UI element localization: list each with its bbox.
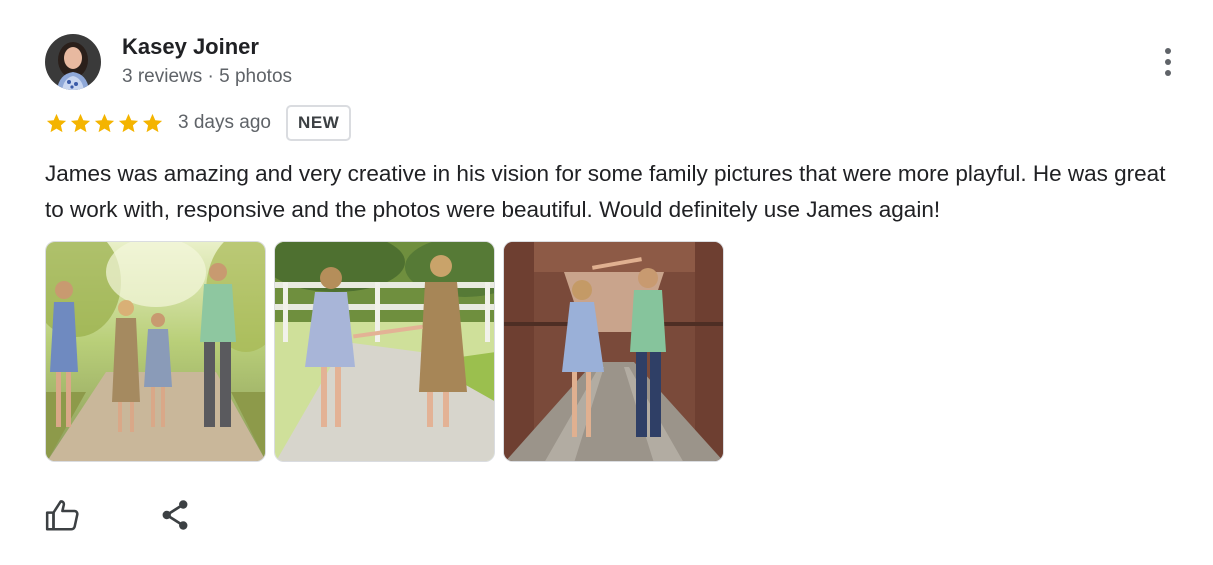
review-text: James was amazing and very creative in h… — [45, 161, 1166, 222]
new-badge: NEW — [285, 105, 352, 141]
star-icon — [118, 113, 139, 132]
review-photo-2[interactable] — [274, 241, 495, 462]
review-card: Kasey Joiner 3 reviews · 5 photos 3 days… — [0, 0, 1213, 565]
share-button[interactable] — [157, 497, 193, 533]
star-icon — [94, 113, 115, 132]
family-walk-photo — [46, 242, 265, 461]
share-icon — [162, 500, 188, 530]
more-vert-icon — [1165, 48, 1171, 54]
avatar-image — [45, 34, 101, 90]
star-icon — [46, 113, 67, 132]
review-photo-1[interactable] — [45, 241, 266, 462]
more-vert-icon-dot — [1165, 70, 1171, 76]
review-date: 3 days ago — [178, 112, 271, 133]
star-icon — [70, 113, 91, 132]
two-girls-photo — [275, 242, 494, 461]
thumb-up-icon — [45, 500, 79, 531]
avatar[interactable] — [45, 34, 101, 90]
like-button[interactable] — [44, 496, 82, 534]
bridge-dance-photo — [504, 242, 723, 461]
author-name[interactable]: Kasey Joiner — [122, 34, 259, 60]
author-meta: 3 reviews · 5 photos — [122, 66, 293, 87]
rating-row: 3 days ago NEW — [45, 104, 352, 142]
more-options-button[interactable] — [1150, 42, 1186, 82]
review-photos — [45, 241, 724, 462]
more-vert-icon-dot — [1165, 59, 1171, 65]
star-rating — [45, 112, 164, 135]
star-icon — [142, 113, 163, 132]
review-photo-3[interactable] — [503, 241, 724, 462]
